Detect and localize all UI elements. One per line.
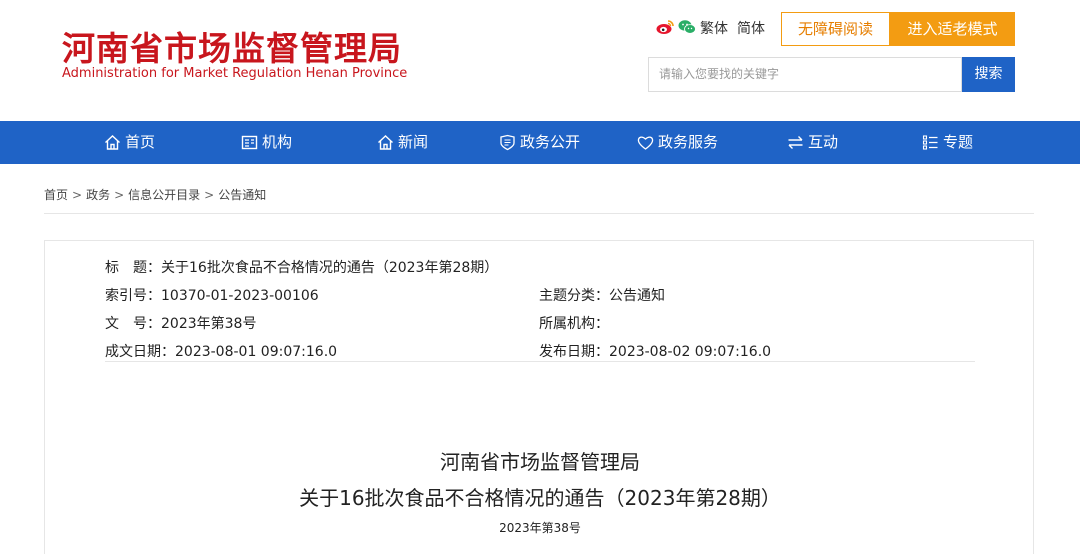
nav-item-label: 首页 xyxy=(125,133,156,151)
meta-index-value: 10370-01-2023-00106 xyxy=(161,288,319,304)
exchange-icon xyxy=(788,136,803,149)
shield-book-icon xyxy=(500,134,515,151)
accessibility-reading-button[interactable]: 无障碍阅读 xyxy=(781,12,890,46)
document-number: 2023年第38号 xyxy=(499,521,581,535)
meta-published: 发布日期：2023-08-02 09:07:16.0 xyxy=(539,341,771,361)
site-logo-title[interactable]: 河南省市场监督管理局 xyxy=(62,22,402,70)
article-card: 标 题：关于16批次食品不合格情况的通告（2023年第28期） 索引号：1037… xyxy=(44,240,1034,554)
home-icon xyxy=(105,135,120,150)
breadcrumb-separator: > xyxy=(72,188,83,202)
nav-item-label: 新闻 xyxy=(398,133,429,151)
meta-org: 所属机构： xyxy=(539,313,609,333)
heart-icon xyxy=(637,136,654,150)
meta-index: 索引号：10370-01-2023-00106 xyxy=(105,285,319,305)
nav-item-interaction[interactable]: 互动 xyxy=(787,121,838,164)
social-links xyxy=(656,18,696,38)
meta-docnum-label: 文 号： xyxy=(105,316,161,332)
meta-title-label: 标 题： xyxy=(105,260,161,276)
nav-item-gov-services[interactable]: 政务服务 xyxy=(637,121,718,164)
breadcrumb-link[interactable]: 公告通知 xyxy=(218,188,266,202)
traditional-chinese-link[interactable]: 繁体 xyxy=(700,18,728,38)
elder-mode-button[interactable]: 进入适老模式 xyxy=(890,12,1015,46)
meta-category: 主题分类：公告通知 xyxy=(539,285,665,305)
nav-item-news[interactable]: 新闻 xyxy=(377,121,428,164)
wechat-icon[interactable] xyxy=(678,19,696,35)
nav-item-organization[interactable]: 机构 xyxy=(241,121,292,164)
nav-item-label: 政务公开 xyxy=(520,133,581,151)
meta-category-value: 公告通知 xyxy=(609,288,665,304)
meta-published-value: 2023-08-02 09:07:16.0 xyxy=(609,344,772,360)
meta-docnum: 文 号：2023年第38号 xyxy=(105,313,256,333)
nav-item-home[interactable]: 首页 xyxy=(104,121,155,164)
document-org: 河南省市场监督管理局 xyxy=(440,450,640,474)
breadcrumb-separator: > xyxy=(114,188,125,202)
breadcrumb-link[interactable]: 信息公开目录 xyxy=(128,188,200,202)
site-header: 河南省市场监督管理局 Administration for Market Reg… xyxy=(0,0,1080,121)
breadcrumb: 首页 > 政务 > 信息公开目录 > 公告通知 xyxy=(44,186,266,203)
meta-org-label: 所属机构： xyxy=(539,316,609,332)
breadcrumb-link[interactable]: 首页 xyxy=(44,188,68,202)
simplified-chinese-link[interactable]: 简体 xyxy=(737,18,765,38)
breadcrumb-separator: > xyxy=(204,188,215,202)
nav-item-label: 专题 xyxy=(943,133,974,151)
nav-item-gov-affairs-open[interactable]: 政务公开 xyxy=(499,121,580,164)
nav-item-label: 机构 xyxy=(262,133,293,151)
main-nav: 首页 机构 新闻 政务公开 政务服务 互动 专题 xyxy=(0,121,1080,164)
home-icon xyxy=(378,135,393,150)
breadcrumb-link[interactable]: 政务 xyxy=(86,188,110,202)
nav-item-topics[interactable]: 专题 xyxy=(922,121,973,164)
list-icon xyxy=(922,135,938,150)
nav-item-label: 互动 xyxy=(808,133,839,151)
meta-published-label: 发布日期： xyxy=(539,344,609,360)
meta-created-label: 成文日期： xyxy=(105,344,175,360)
meta-index-label: 索引号： xyxy=(105,288,161,304)
meta-title: 标 题：关于16批次食品不合格情况的通告（2023年第28期） xyxy=(105,257,498,277)
meta-category-label: 主题分类： xyxy=(539,288,609,304)
meta-created: 成文日期：2023-08-01 09:07:16.0 xyxy=(105,341,337,361)
meta-divider xyxy=(105,361,975,362)
nav-item-label: 政务服务 xyxy=(658,133,719,151)
search-button[interactable]: 搜索 xyxy=(962,57,1015,92)
meta-created-value: 2023-08-01 09:07:16.0 xyxy=(175,344,338,360)
site-logo-subtitle: Administration for Market Regulation Hen… xyxy=(62,66,408,81)
meta-title-value: 关于16批次食品不合格情况的通告（2023年第28期） xyxy=(161,260,499,276)
breadcrumb-divider xyxy=(44,213,1034,214)
search-input[interactable]: 请输入您要找的关键字 xyxy=(648,57,962,92)
meta-docnum-value: 2023年第38号 xyxy=(161,316,257,332)
weibo-icon[interactable] xyxy=(656,19,674,35)
document-title: 关于16批次食品不合格情况的通告（2023年第28期） xyxy=(299,486,781,510)
building-icon xyxy=(241,135,258,150)
